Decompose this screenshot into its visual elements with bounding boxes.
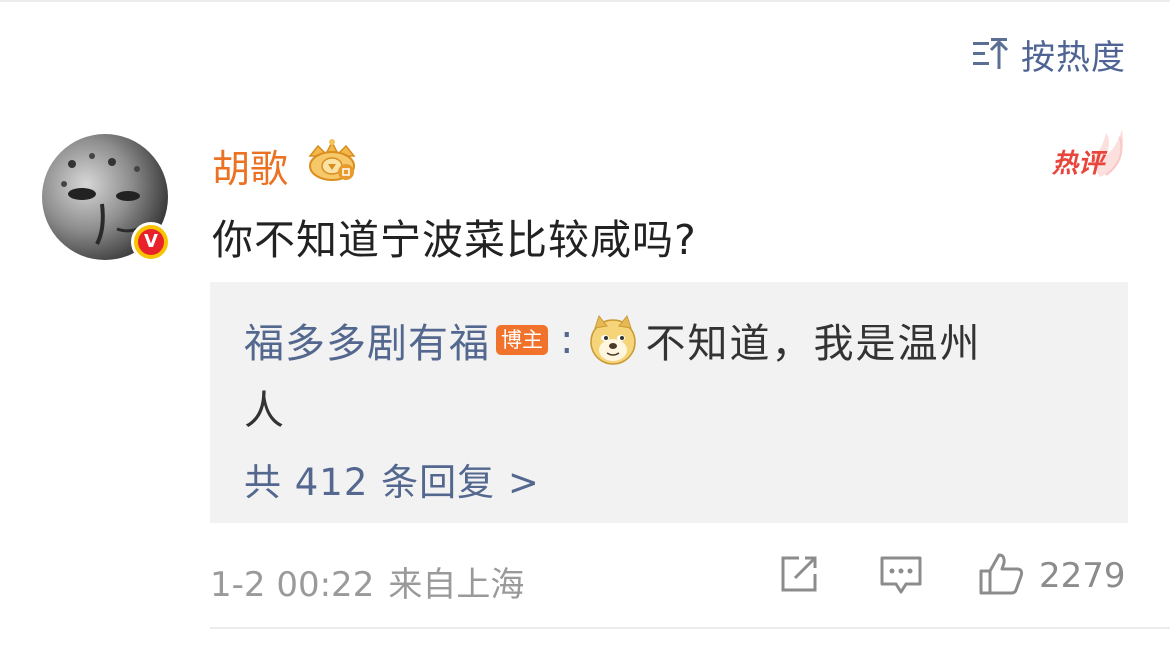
comment-meta: 1-2 00:22 来自上海 [210,557,524,606]
comment-username[interactable]: 胡歌 [212,138,288,193]
author-tag: 博主 [496,325,548,355]
comment-divider [210,627,1170,629]
reply-preview-box[interactable]: 福多多剧有福 博主 : 不知道，我是温州 人 共 412 条回复 > [210,282,1128,523]
reply-text-line2: 人 [244,388,284,434]
verified-v-icon: V [131,222,171,262]
forward-icon [777,552,821,600]
top-divider [0,0,1170,2]
sort-icon [971,35,1009,73]
comment-source: 来自上海 [388,565,525,605]
reply-colon: : [560,317,574,363]
vip-crown-icon [304,138,360,188]
svg-text:热评: 热评 [1051,149,1108,179]
view-all-replies-link[interactable]: 共 412 条回复 > [244,452,540,506]
comment-icon [878,552,924,600]
forward-button[interactable] [777,552,821,600]
thumbs-up-icon [977,551,1025,601]
comment-time: 1-2 00:22 [210,565,375,605]
reply-first-line: 福多多剧有福 博主 : 不知道，我是温州 [244,310,981,370]
sort-by-hot-button[interactable]: 按热度 [971,30,1126,78]
reply-username[interactable]: 福多多剧有福 [244,311,490,369]
reply-text-line1: 不知道，我是温州 [645,321,982,367]
hot-comment-badge: 热评 [1050,127,1130,187]
comment-text: 你不知道宁波菜比较咸吗? [212,216,697,264]
sort-label: 按热度 [1021,37,1126,78]
reply-button[interactable] [878,552,924,600]
doge-emoji-icon [587,314,639,366]
like-count: 2279 [1039,556,1126,596]
like-button[interactable]: 2279 [977,552,1126,600]
